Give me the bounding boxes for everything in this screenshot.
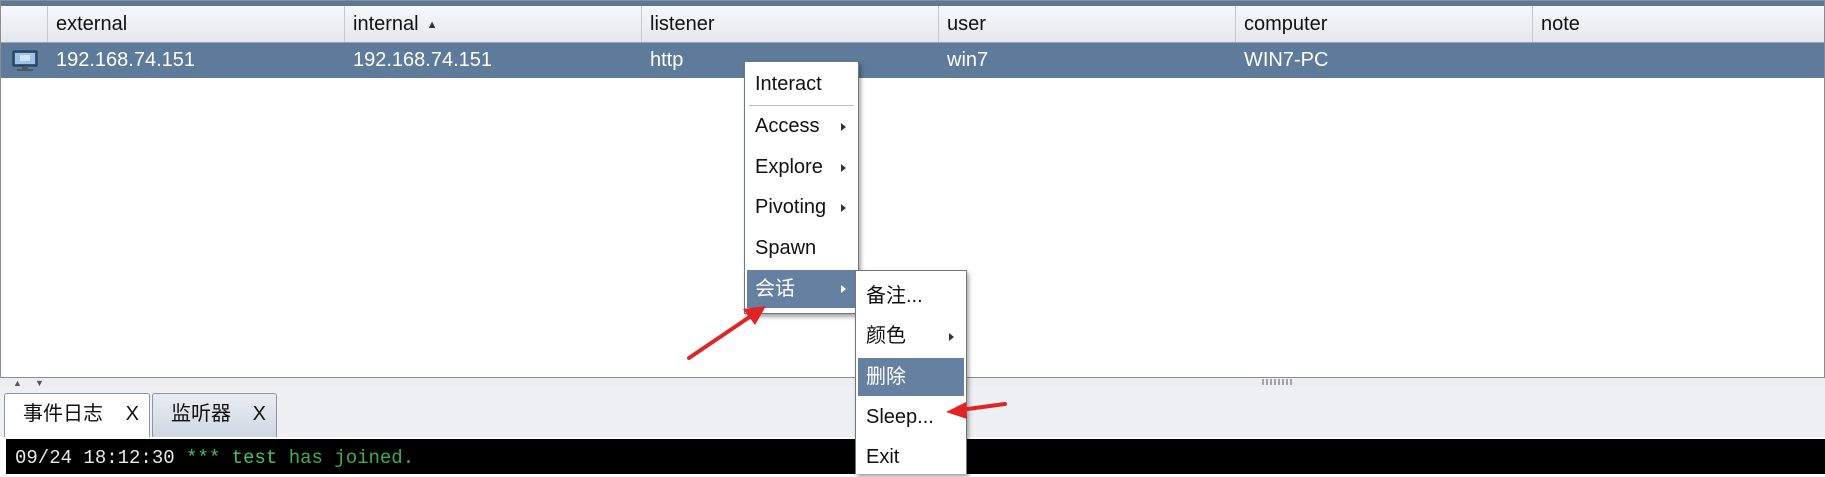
menu-item-note[interactable]: 备注... <box>858 278 964 314</box>
console-timestamp: 09/24 18:12:30 <box>15 447 175 469</box>
menu-item-delete-label: 删除 <box>866 366 906 388</box>
cell-external: 192.168.74.151 <box>56 49 196 71</box>
session-context-menu: Interact Access Explore Pivoting Spawn 会… <box>744 61 859 314</box>
console-username: test <box>231 447 278 469</box>
header-computer-label: computer <box>1244 13 1328 35</box>
header-icon-column[interactable] <box>1 6 48 42</box>
menu-item-color[interactable]: 颜色 <box>858 318 964 354</box>
header-listener-label: listener <box>650 13 715 35</box>
menu-item-delete[interactable]: 删除 <box>858 358 964 396</box>
console-message: has joined. <box>288 447 415 469</box>
header-user-label: user <box>947 13 986 35</box>
menu-item-explore[interactable]: Explore <box>747 149 856 185</box>
tab-listeners-close-button[interactable]: X <box>253 394 266 434</box>
header-note[interactable]: note <box>1533 6 1825 42</box>
table-row[interactable]: 192.168.74.151 192.168.74.151 http win7 … <box>1 43 1824 78</box>
submenu-arrow-icon <box>841 123 846 131</box>
submenu-arrow-icon <box>841 164 846 172</box>
tab-listeners[interactable]: 监听器 X <box>152 393 277 437</box>
header-computer[interactable]: computer <box>1236 6 1533 42</box>
cell-internal: 192.168.74.151 <box>353 49 493 71</box>
menu-item-interact[interactable]: Interact <box>747 66 856 102</box>
header-internal-label: internal <box>353 13 419 35</box>
header-listener[interactable]: listener <box>642 6 939 42</box>
menu-item-exit[interactable]: Exit <box>858 439 964 475</box>
menu-item-interact-label: Interact <box>755 73 822 95</box>
menu-item-access[interactable]: Access <box>747 108 856 144</box>
menu-item-pivoting[interactable]: Pivoting <box>747 189 856 225</box>
sort-ascending-icon: ▲ <box>426 18 438 31</box>
tab-event-log[interactable]: 事件日志 X <box>4 393 150 437</box>
header-external[interactable]: external <box>48 6 345 42</box>
table-header: external internal ▲ listener user compute… <box>1 6 1824 43</box>
console-marker: *** <box>186 447 221 469</box>
header-external-label: external <box>56 13 128 35</box>
header-note-label: note <box>1541 13 1580 35</box>
session-submenu: 备注... 颜色 删除 Sleep... Exit <box>855 270 967 474</box>
menu-item-sleep[interactable]: Sleep... <box>858 399 964 435</box>
tab-event-log-close-button[interactable]: X <box>126 394 139 434</box>
cell-computer: WIN7-PC <box>1244 49 1329 71</box>
menu-item-sleep-label: Sleep... <box>866 406 934 428</box>
splitter-grip[interactable] <box>1262 379 1292 385</box>
menu-item-explore-label: Explore <box>755 156 823 178</box>
header-internal[interactable]: internal ▲ <box>345 6 642 42</box>
submenu-arrow-icon <box>841 285 846 293</box>
cell-user: win7 <box>947 49 989 71</box>
menu-item-spawn[interactable]: Spawn <box>747 230 856 266</box>
submenu-arrow-icon <box>949 333 954 341</box>
menu-item-pivoting-label: Pivoting <box>755 196 827 218</box>
menu-item-session[interactable]: 会话 <box>747 270 856 308</box>
tab-listeners-label: 监听器 <box>171 403 231 425</box>
menu-item-access-label: Access <box>755 115 820 137</box>
menu-item-note-label: 备注... <box>866 285 923 307</box>
submenu-arrow-icon <box>841 204 846 212</box>
menu-item-exit-label: Exit <box>866 446 900 468</box>
menu-item-spawn-label: Spawn <box>755 237 817 259</box>
cell-note <box>1533 43 1825 78</box>
computer-session-icon <box>12 50 38 71</box>
menu-item-color-label: 颜色 <box>866 325 906 347</box>
tab-event-log-label: 事件日志 <box>23 403 103 425</box>
header-user[interactable]: user <box>939 6 1236 42</box>
menu-item-session-label: 会话 <box>755 278 795 300</box>
menu-separator <box>749 105 854 106</box>
